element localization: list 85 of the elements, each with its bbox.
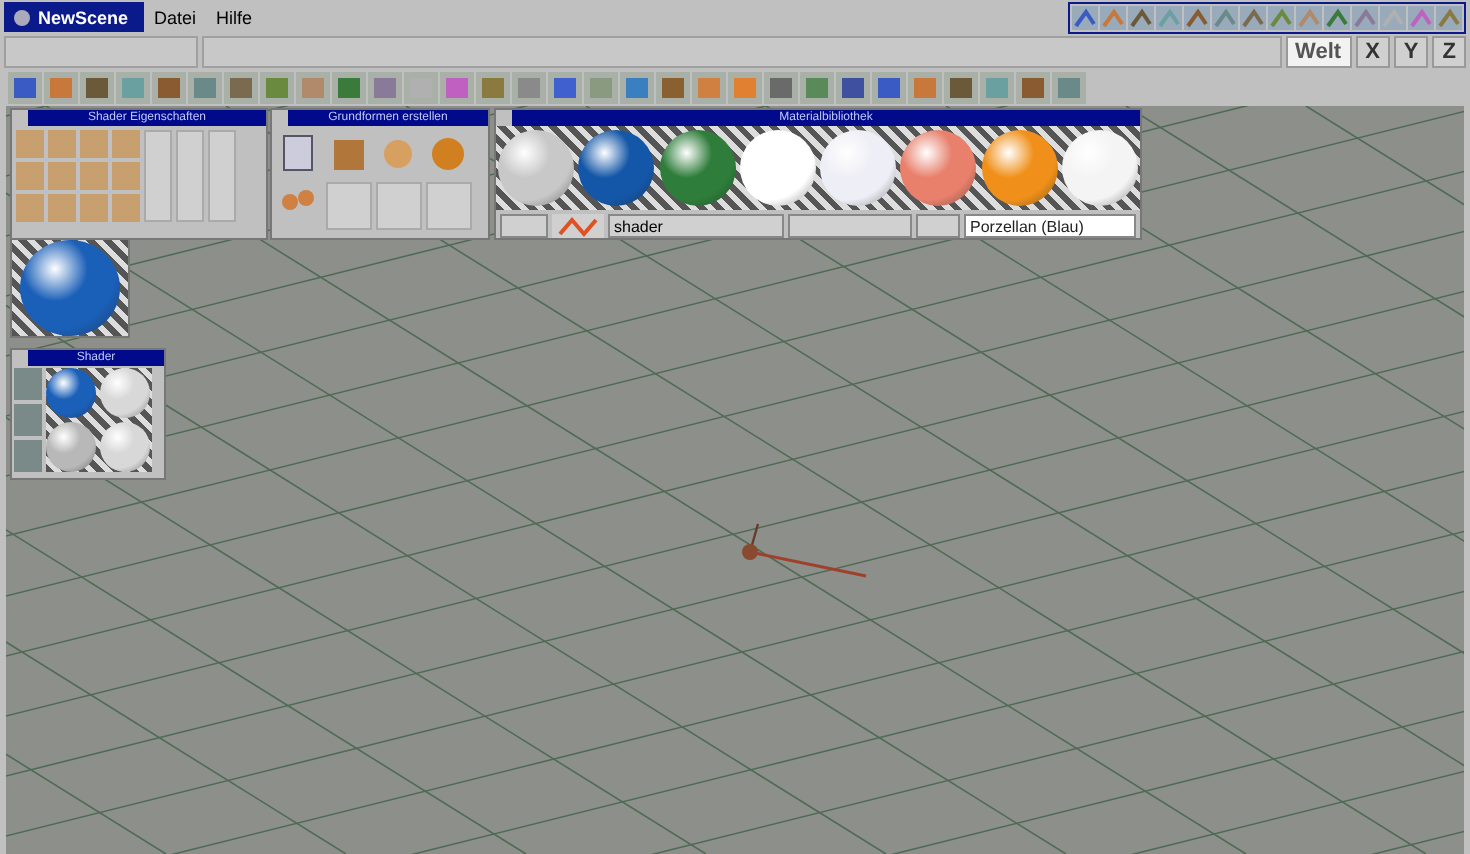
menu-item[interactable]: Datei — [144, 7, 207, 27]
input-field[interactable] — [4, 36, 198, 68]
menu-item[interactable]: Hilfe — [206, 7, 263, 27]
tool-icon[interactable] — [620, 72, 654, 104]
tool-icon[interactable] — [1408, 5, 1434, 29]
tool-icon[interactable] — [188, 72, 222, 104]
tool-icon[interactable] — [8, 72, 42, 104]
tool-icon[interactable] — [1128, 5, 1154, 29]
tool-icon[interactable] — [368, 72, 402, 104]
tool-icon[interactable] — [512, 72, 546, 104]
small-dropdown[interactable] — [916, 214, 960, 238]
axis-button[interactable]: Z — [1432, 36, 1466, 68]
window-title: NewScene — [4, 2, 145, 32]
tool-icon[interactable] — [800, 72, 834, 104]
tool-icon[interactable] — [1016, 72, 1050, 104]
material-sphere[interactable] — [1061, 130, 1138, 206]
empty-slot[interactable] — [376, 182, 422, 230]
tool-icon[interactable] — [1436, 5, 1462, 29]
axis-button[interactable]: X — [1355, 36, 1390, 68]
tool-icon[interactable] — [1352, 5, 1378, 29]
slider-field[interactable] — [788, 214, 912, 238]
thumbnail-placeholder[interactable] — [80, 130, 108, 158]
empty-slot[interactable] — [426, 182, 472, 230]
material-sphere[interactable] — [100, 421, 150, 471]
thumbnail-placeholder[interactable] — [16, 130, 44, 158]
material-sphere[interactable] — [820, 130, 897, 206]
tool-icon[interactable] — [1296, 5, 1322, 29]
tool-icon[interactable] — [944, 72, 978, 104]
tool-icon[interactable] — [44, 72, 78, 104]
material-name-field[interactable]: Porzellan (Blau) — [964, 214, 1136, 238]
tool-icon[interactable] — [224, 72, 258, 104]
thumbnail-placeholder[interactable] — [80, 162, 108, 190]
material-sphere[interactable] — [739, 130, 816, 206]
thumbnail-placeholder[interactable] — [48, 194, 76, 222]
tool-icon[interactable] — [764, 72, 798, 104]
material-sphere[interactable] — [659, 130, 736, 206]
tool-icon[interactable] — [1212, 5, 1238, 29]
tool-icon[interactable] — [872, 72, 906, 104]
tool-icon[interactable] — [260, 72, 294, 104]
thumbnail-placeholder[interactable] — [16, 162, 44, 190]
axis-button[interactable]: Y — [1393, 36, 1429, 68]
thumbnail-placeholder[interactable] — [48, 130, 76, 158]
tool-icon[interactable] — [332, 72, 366, 104]
tool-icon[interactable] — [1240, 5, 1266, 29]
empty-slot[interactable] — [144, 130, 172, 222]
type-dropdown[interactable]: shader — [608, 214, 784, 238]
tool-icon[interactable] — [1100, 5, 1126, 29]
thumbnail-placeholder[interactable] — [80, 194, 108, 222]
tool-icon[interactable] — [656, 72, 690, 104]
tool-icon[interactable] — [1184, 5, 1210, 29]
material-sphere[interactable] — [498, 130, 575, 206]
tool-icon[interactable] — [80, 72, 114, 104]
thumbnail-placeholder[interactable] — [112, 130, 140, 158]
tool-icon[interactable] — [1072, 5, 1098, 29]
tool-icon[interactable] — [1156, 5, 1182, 29]
thumbnail-placeholder[interactable] — [16, 194, 44, 222]
shader-type-icon[interactable] — [552, 214, 604, 238]
empty-slot[interactable] — [208, 130, 236, 222]
empty-slot[interactable] — [176, 130, 204, 222]
tool-icon[interactable] — [1268, 5, 1294, 29]
thumbnail-icon[interactable] — [14, 368, 42, 400]
tool-icon[interactable] — [548, 72, 582, 104]
thumbnail-placeholder[interactable] — [48, 162, 76, 190]
tool-icon[interactable] — [440, 72, 474, 104]
tool-icon[interactable] — [908, 72, 942, 104]
material-sphere[interactable] — [46, 421, 96, 471]
thumbnail-placeholder[interactable] — [112, 162, 140, 190]
input-field[interactable] — [202, 36, 1282, 68]
tool-icon[interactable] — [476, 72, 510, 104]
tool-icon[interactable] — [152, 72, 186, 104]
app-icon — [12, 7, 32, 27]
material-sphere[interactable] — [900, 130, 977, 206]
axis-button[interactable]: Welt — [1285, 36, 1352, 68]
thumbnail-icon[interactable] — [14, 404, 42, 436]
thumbnail-icon[interactable] — [14, 440, 42, 472]
material-sphere[interactable] — [981, 130, 1058, 206]
tool-icon[interactable] — [836, 72, 870, 104]
thumbnail-placeholder[interactable] — [112, 194, 140, 222]
material-sphere[interactable] — [46, 368, 96, 418]
tool-icon[interactable] — [1052, 72, 1086, 104]
tool-icon[interactable] — [1324, 5, 1350, 29]
material-sphere[interactable] — [20, 240, 120, 336]
small-button[interactable] — [500, 214, 548, 238]
material-sphere[interactable] — [100, 368, 150, 418]
material-sphere[interactable] — [578, 130, 655, 206]
